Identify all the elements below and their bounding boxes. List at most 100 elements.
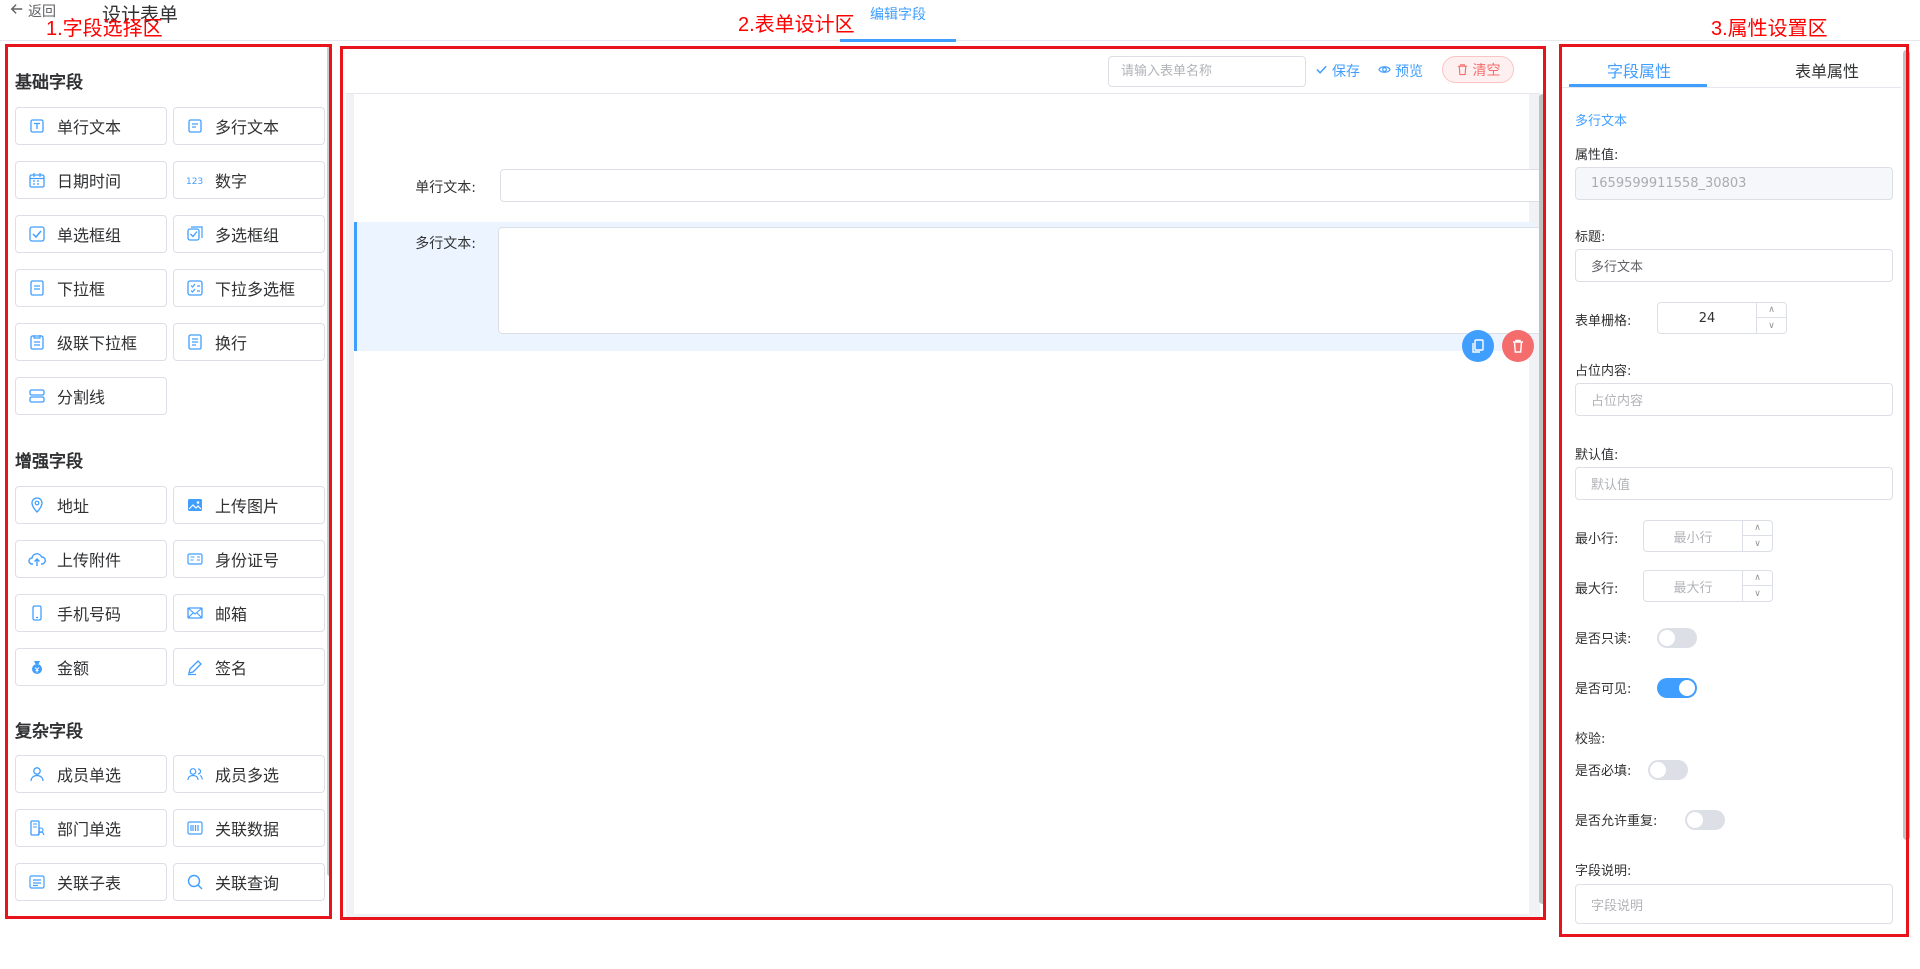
barcode-icon: [185, 818, 205, 838]
repeat-label: 是否允许重复:: [1575, 814, 1658, 829]
tab-edit-fields[interactable]: 编辑字段: [840, 0, 956, 42]
canvas-scrollbar[interactable]: [1539, 94, 1546, 904]
field-button-label: 下拉框: [57, 280, 106, 299]
visible-toggle[interactable]: [1657, 678, 1697, 698]
money-bag-icon: [27, 657, 47, 677]
design-toolbar: 保存 预览 清空: [346, 48, 1540, 94]
field-button-17[interactable]: 金额: [15, 648, 167, 686]
subtable-icon: [27, 872, 47, 892]
field-button-9[interactable]: 换行: [173, 323, 325, 361]
min-rows-label: 最小行:: [1575, 532, 1619, 547]
field-button-16[interactable]: 邮箱: [173, 594, 325, 632]
title-field[interactable]: 多行文本: [1575, 249, 1893, 282]
form-name-input[interactable]: [1108, 56, 1306, 87]
field-button-8[interactable]: 级联下拉框: [15, 323, 167, 361]
property-tabs: 字段属性 表单属性: [1561, 46, 1901, 88]
field-button-label: 地址: [57, 497, 90, 516]
field-button-12[interactable]: 上传图片: [173, 486, 325, 524]
description-label: 字段说明:: [1575, 864, 1632, 879]
repeat-toggle[interactable]: [1685, 810, 1725, 830]
form-canvas[interactable]: 单行文本: 多行文本:: [354, 94, 1544, 914]
chevron-up-icon[interactable]: ∧: [1743, 521, 1772, 536]
field-button-2[interactable]: 日期时间: [15, 161, 167, 199]
field-button-label: 多行文本: [215, 118, 280, 137]
user-icon: [27, 764, 47, 784]
single-text-field-preview[interactable]: [500, 169, 1544, 202]
chevron-down-icon[interactable]: ∨: [1743, 586, 1772, 601]
field-button-0[interactable]: 单行文本: [15, 107, 167, 145]
multi-line-text-icon: [185, 116, 205, 136]
tab-field-properties[interactable]: 字段属性: [1607, 58, 1671, 82]
right-scrollbar[interactable]: [1903, 50, 1910, 840]
min-rows-stepper[interactable]: 最小行 ∧ ∨: [1643, 520, 1773, 552]
checkbox-icon: [27, 224, 47, 244]
field-button-21[interactable]: 部门单选: [15, 809, 167, 847]
trash-icon: [1456, 63, 1469, 76]
tab-form-properties[interactable]: 表单属性: [1795, 58, 1859, 82]
clear-button[interactable]: 清空: [1442, 56, 1514, 83]
field-button-label: 上传附件: [57, 551, 122, 570]
max-rows-placeholder: 最大行: [1673, 580, 1713, 596]
multi-text-field-preview[interactable]: [498, 227, 1544, 334]
field-button-label: 签名: [215, 659, 248, 678]
annotation-property-area: 3.属性设置区: [1711, 18, 1828, 40]
field-button-label: 手机号码: [57, 605, 122, 624]
field-button-7[interactable]: 下拉多选框: [173, 269, 325, 307]
default-label: 默认值:: [1575, 448, 1619, 463]
field-button-4[interactable]: 单选框组: [15, 215, 167, 253]
required-toggle[interactable]: [1648, 760, 1688, 780]
field-button-label: 身份证号: [215, 551, 280, 570]
chevron-down-icon[interactable]: ∨: [1743, 536, 1772, 551]
chevron-up-icon[interactable]: ∧: [1743, 571, 1772, 586]
top-bar: 返回 设计表单 编辑字段: [0, 0, 1920, 42]
save-button[interactable]: 保存: [1315, 61, 1360, 81]
chevron-down-icon[interactable]: ∨: [1757, 318, 1786, 333]
field-button-22[interactable]: 关联数据: [173, 809, 325, 847]
prop-value-field[interactable]: 1659599911558_30803: [1575, 167, 1893, 200]
placeholder-field[interactable]: 占位内容: [1575, 383, 1893, 416]
field-button-19[interactable]: 成员单选: [15, 755, 167, 793]
field-button-15[interactable]: 手机号码: [15, 594, 167, 632]
field-button-14[interactable]: 身份证号: [173, 540, 325, 578]
grid-stepper[interactable]: 24 ∧ ∨: [1657, 302, 1787, 334]
copy-field-button[interactable]: [1462, 330, 1494, 362]
field-button-18[interactable]: 签名: [173, 648, 325, 686]
field-button-label: 成员多选: [215, 766, 280, 785]
annotation-design-area: 2.表单设计区: [738, 14, 855, 36]
field-button-label: 多选框组: [215, 226, 280, 245]
divider-icon: [27, 386, 47, 406]
field-button-label: 邮箱: [215, 605, 248, 624]
field-button-5[interactable]: 多选框组: [173, 215, 325, 253]
field-button-1[interactable]: 多行文本: [173, 107, 325, 145]
field-button-23[interactable]: 关联子表: [15, 863, 167, 901]
max-rows-stepper[interactable]: 最大行 ∧ ∨: [1643, 570, 1773, 602]
field-button-24[interactable]: 关联查询: [173, 863, 325, 901]
field-button-label: 关联查询: [215, 874, 280, 893]
users-icon: [185, 764, 205, 784]
min-rows-placeholder: 最小行: [1673, 530, 1713, 546]
annotation-field-area: 1.字段选择区: [46, 18, 163, 40]
grid-label: 表单栅格:: [1575, 314, 1632, 329]
description-field[interactable]: 字段说明: [1575, 884, 1893, 924]
max-rows-label: 最大行:: [1575, 582, 1619, 597]
default-field[interactable]: 默认值: [1575, 467, 1893, 500]
preview-button[interactable]: 预览: [1378, 61, 1423, 81]
clear-label: 清空: [1472, 62, 1501, 79]
left-scrollbar[interactable]: [327, 46, 332, 876]
chevron-up-icon[interactable]: ∧: [1757, 303, 1786, 318]
field-button-10[interactable]: 分割线: [15, 377, 167, 415]
field-button-11[interactable]: 地址: [15, 486, 167, 524]
save-label: 保存: [1332, 64, 1360, 80]
readonly-toggle[interactable]: [1657, 628, 1697, 648]
required-label: 是否必填:: [1575, 764, 1632, 779]
preview-label: 预览: [1395, 64, 1423, 80]
field-button-6[interactable]: 下拉框: [15, 269, 167, 307]
field-button-13[interactable]: 上传附件: [15, 540, 167, 578]
field-button-20[interactable]: 成员多选: [173, 755, 325, 793]
field-button-label: 成员单选: [57, 766, 122, 785]
group-title-complex: 复杂字段: [15, 722, 83, 742]
field-button-3[interactable]: 123 数字: [173, 161, 325, 199]
field-button-label: 金额: [57, 659, 90, 678]
delete-field-button[interactable]: [1502, 330, 1534, 362]
image-upload-icon: [185, 495, 205, 515]
